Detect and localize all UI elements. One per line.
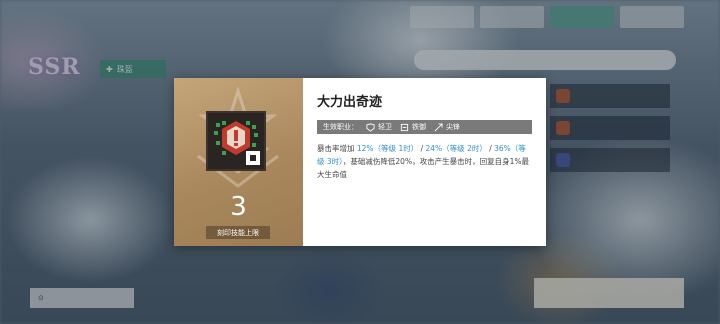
class-name: 铁御 [412, 123, 426, 131]
class-name: 轻卫 [378, 123, 392, 131]
description-text: / [418, 144, 426, 153]
description-highlight: 12%（等级 1时） [356, 144, 419, 153]
skill-level-caption: 刻印技能上限 [206, 226, 270, 239]
description-highlight: 24%（等级 2时） [425, 144, 487, 153]
class-ironguard-icon [400, 123, 409, 131]
skill-detail-dialog: 3 刻印技能上限 大力出奇迹 生效职业： 轻卫 铁御 尖锋 暴击率增加 12%（… [174, 78, 546, 246]
classes-label: 生效职业： [323, 123, 358, 131]
skill-description: 暴击率增加 12%（等级 1时） / 24%（等级 2时） / 36%（等级 3… [317, 142, 531, 181]
class-vanguard-icon [434, 122, 443, 131]
class-item: 尖锋 [434, 122, 460, 132]
class-name: 尖锋 [446, 123, 460, 131]
skill-icon-panel: 3 刻印技能上限 [174, 78, 303, 246]
skill-level-value: 3 [230, 192, 247, 222]
class-bar: 生效职业： 轻卫 铁御 尖锋 [317, 120, 532, 134]
class-lightguard-icon [366, 122, 375, 132]
class-item: 轻卫 [366, 122, 392, 132]
description-text: 暴击率增加 [317, 144, 357, 153]
class-item: 铁御 [400, 122, 426, 132]
skill-title: 大力出奇迹 [317, 95, 383, 110]
skill-icon [206, 111, 266, 171]
description-text: ，基础减伤降低20%，攻击产生暴击时，回复自身1%最大生命值 [317, 157, 529, 179]
skill-info-panel: 大力出奇迹 生效职业： 轻卫 铁御 尖锋 暴击率增加 12%（等级 1时） / … [303, 78, 546, 246]
